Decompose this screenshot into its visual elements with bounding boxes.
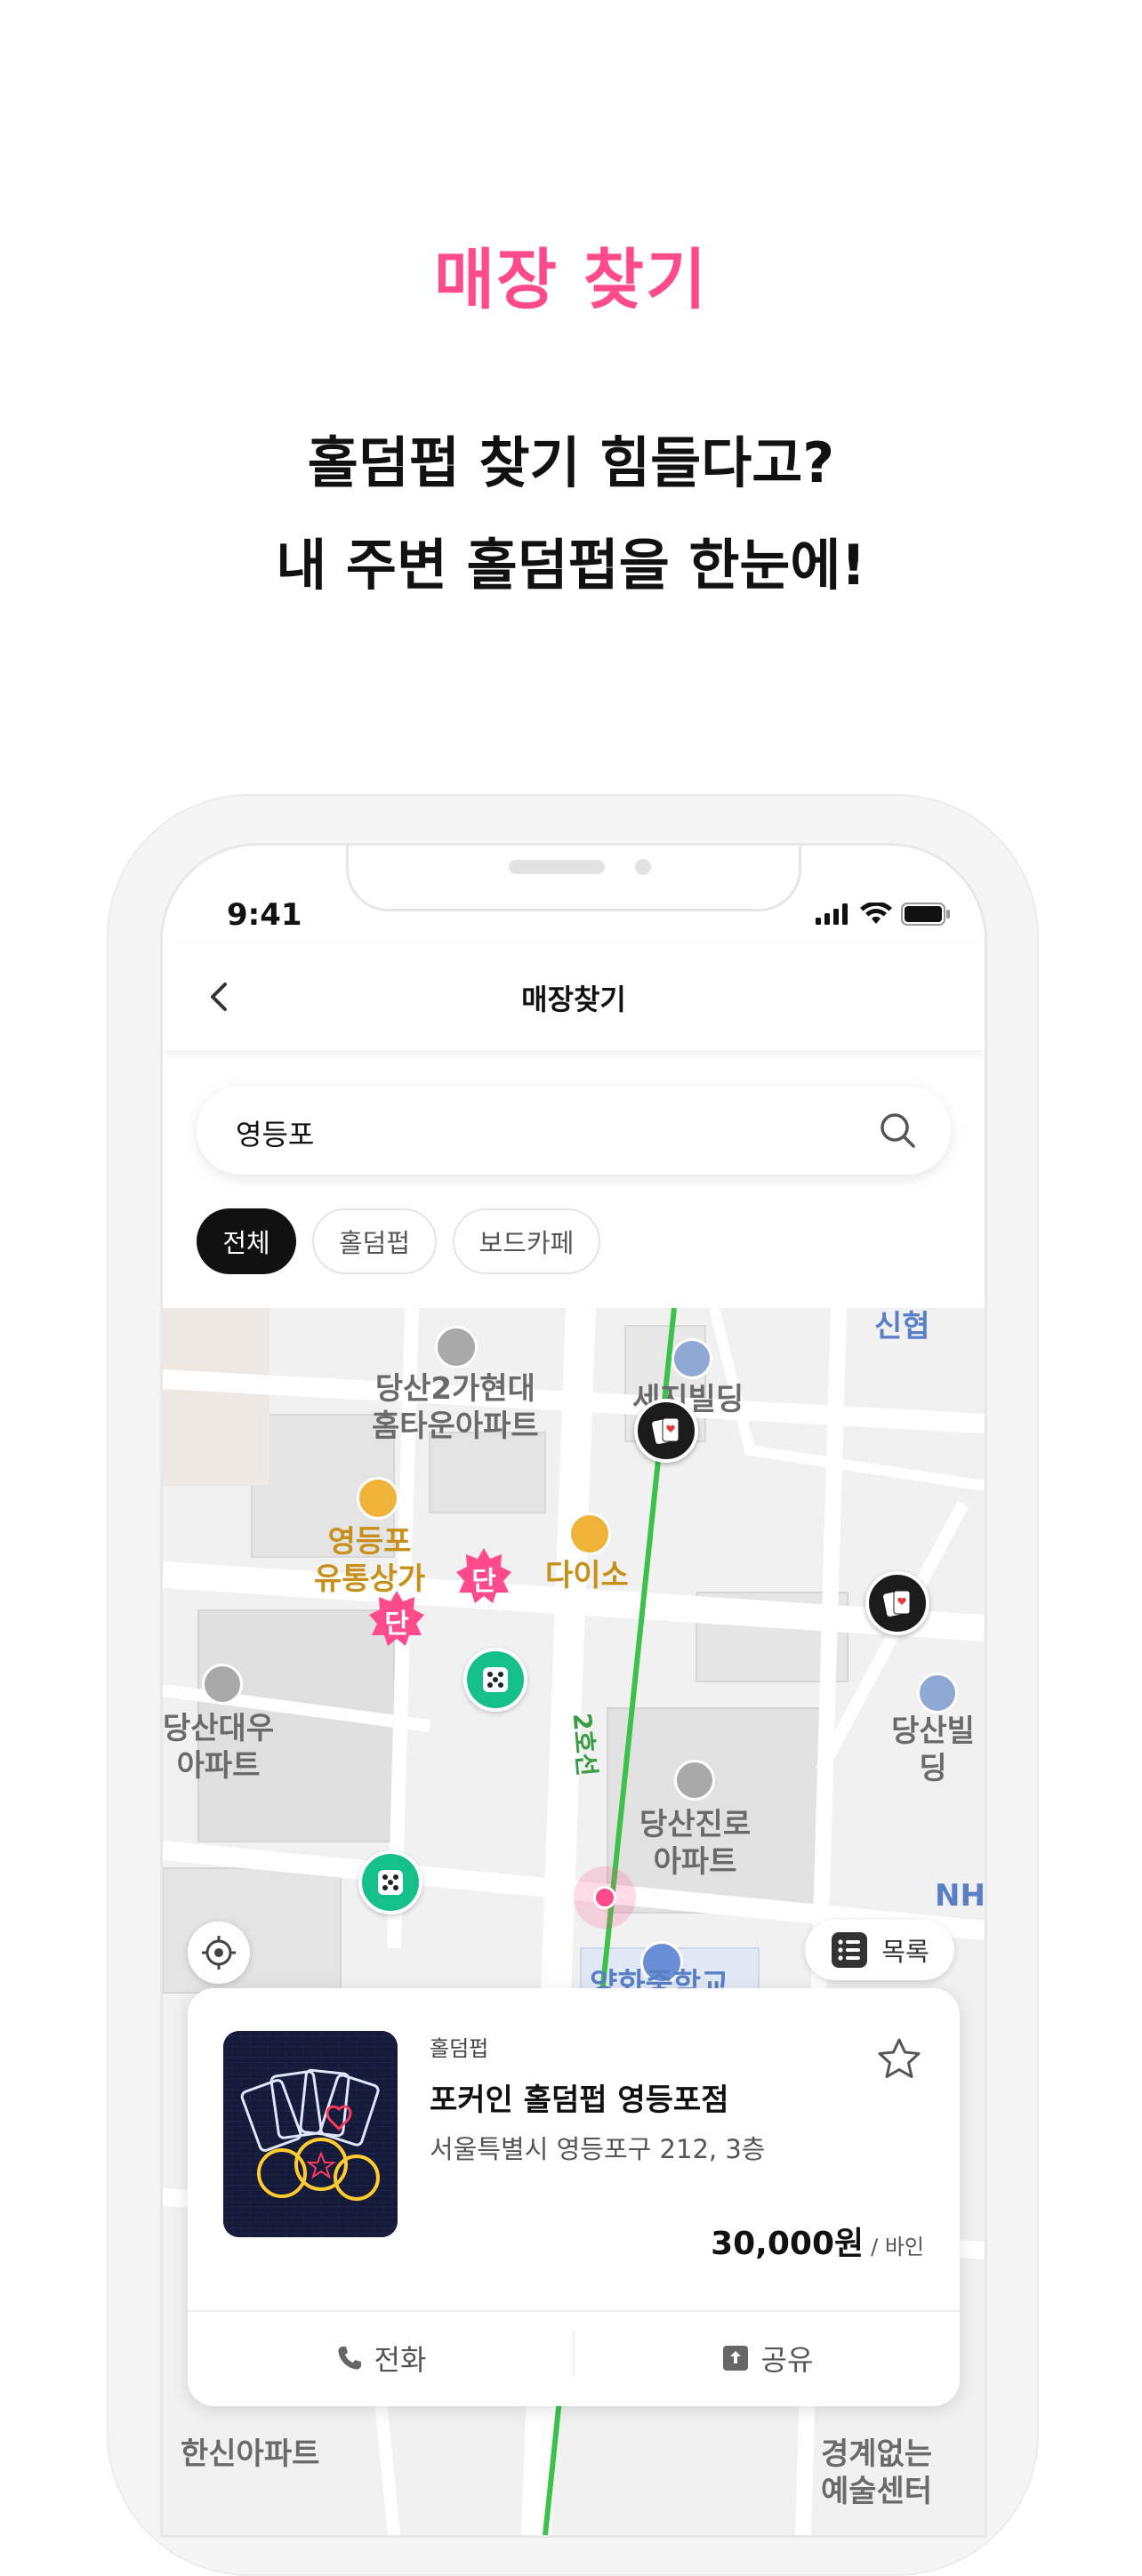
phone-icon bbox=[337, 2347, 361, 2370]
map-label-daewoo-apt: 당산대우 아파트 bbox=[163, 1711, 275, 1784]
map-label-daiso: 다이소 bbox=[545, 1558, 629, 1593]
list-icon bbox=[832, 1932, 868, 1968]
price-unit: / 바인 bbox=[871, 2235, 924, 2259]
apartment-icon bbox=[435, 1326, 478, 1368]
search-button[interactable] bbox=[876, 1109, 919, 1152]
list-button-label: 목록 bbox=[881, 1937, 929, 1967]
apartment-icon bbox=[674, 1760, 715, 1801]
list-view-button[interactable]: 목록 bbox=[805, 1920, 954, 1980]
map-label-line2: 2호선 bbox=[567, 1712, 602, 1778]
shopping-cart-icon bbox=[568, 1513, 611, 1555]
store-address: 서울특별시 영등포구 212, 3층 bbox=[430, 2134, 766, 2164]
promo-headline-2: 내 주변 홀덤펍을 한눈에! bbox=[276, 533, 866, 598]
boardcafe-store-pin[interactable] bbox=[358, 1850, 422, 1914]
playing-cards-icon bbox=[652, 1417, 680, 1445]
phone-screen: 9:41 매장찾기 영등포 전체 홀덤펍 보드카페 당산2가현대 홈타운아파트 … bbox=[160, 843, 987, 2538]
map-label-market: 영등포 유통상가 bbox=[314, 1524, 426, 1597]
phone-notch bbox=[346, 846, 801, 911]
map-label-hyundai-apt: 당산2가현대 홈타운아파트 bbox=[372, 1371, 539, 1444]
dice-icon bbox=[378, 1870, 403, 1895]
holdem-store-pin[interactable] bbox=[865, 1571, 929, 1635]
map-label-jinro-apt: 당산진로 아파트 bbox=[639, 1807, 752, 1880]
wifi-icon bbox=[860, 903, 892, 924]
office-building-icon bbox=[917, 1673, 958, 1713]
notch-speaker bbox=[509, 860, 605, 874]
promo-headline-1: 홀덤펍 찾기 힘들다고? bbox=[307, 430, 835, 495]
current-location-dot bbox=[593, 1886, 616, 1909]
office-building-icon bbox=[672, 1338, 712, 1379]
map-label-sinhyeop: 신협 bbox=[874, 1309, 930, 1344]
page-title: 매장찾기 bbox=[521, 983, 626, 1016]
notch-camera bbox=[635, 859, 651, 875]
playing-cards-icon bbox=[883, 1590, 911, 1617]
boardcafe-store-pin[interactable] bbox=[463, 1648, 527, 1712]
status-time: 9:41 bbox=[227, 897, 302, 933]
badge-label: 단 bbox=[471, 1566, 496, 1597]
badge-label: 단 bbox=[384, 1609, 409, 1640]
current-location-marker bbox=[574, 1866, 636, 1929]
store-thumbnail bbox=[223, 2031, 398, 2237]
shopping-cart-icon bbox=[357, 1477, 399, 1520]
battery-icon bbox=[901, 903, 950, 926]
store-category: 홀덤펍 bbox=[430, 2036, 489, 2061]
filter-chip-all[interactable]: 전체 bbox=[197, 1208, 296, 1274]
call-button[interactable]: 전화 bbox=[188, 2310, 574, 2406]
star-outline-icon bbox=[878, 2038, 921, 2078]
status-icons bbox=[816, 903, 951, 926]
crosshair-icon bbox=[202, 1936, 236, 1970]
dice-icon bbox=[483, 1667, 508, 1692]
search-icon bbox=[881, 1113, 915, 1148]
my-location-button[interactable] bbox=[188, 1922, 250, 1984]
discount-badge[interactable]: 단 bbox=[367, 1589, 426, 1648]
cellular-signal-icon bbox=[816, 903, 848, 925]
filter-chip-boardcafe[interactable]: 보드카페 bbox=[453, 1208, 600, 1274]
share-icon bbox=[722, 2346, 748, 2371]
map-label-art-center: 경계없는 예술센터 bbox=[821, 2436, 933, 2509]
search-input[interactable]: 영등포 bbox=[236, 1112, 314, 1153]
map-label-dangsan-bldg: 당산빌딩 bbox=[891, 1713, 975, 1786]
store-card[interactable]: 홀덤펍 포커인 홀덤펍 영등포점 서울특별시 영등포구 212, 3층 30,0… bbox=[188, 1988, 960, 2406]
search-bar[interactable]: 영등포 bbox=[197, 1086, 951, 1175]
apartment-icon bbox=[202, 1664, 243, 1705]
holdem-store-pin[interactable] bbox=[634, 1399, 698, 1463]
map-label-nh: NH bbox=[935, 1878, 985, 1914]
share-label: 공유 bbox=[760, 2343, 814, 2377]
price-value: 30,000원 bbox=[711, 2226, 865, 2262]
call-label: 전화 bbox=[374, 2343, 427, 2377]
app-header: 매장찾기 bbox=[163, 943, 985, 1050]
store-price: 30,000원 / 바인 bbox=[711, 2218, 924, 2264]
promo-title: 매장 찾기 bbox=[433, 242, 709, 318]
store-name: 포커인 홀덤펍 영등포점 bbox=[430, 2082, 729, 2118]
filter-chip-holdem[interactable]: 홀덤펍 bbox=[312, 1208, 437, 1274]
discount-badge[interactable]: 단 bbox=[454, 1546, 513, 1605]
map-label-hansin-apt: 한신아파트 bbox=[181, 2436, 320, 2472]
favorite-button[interactable] bbox=[874, 2034, 924, 2084]
share-button[interactable]: 공유 bbox=[574, 2310, 960, 2406]
neon-cards-chips-icon bbox=[223, 2031, 398, 2237]
